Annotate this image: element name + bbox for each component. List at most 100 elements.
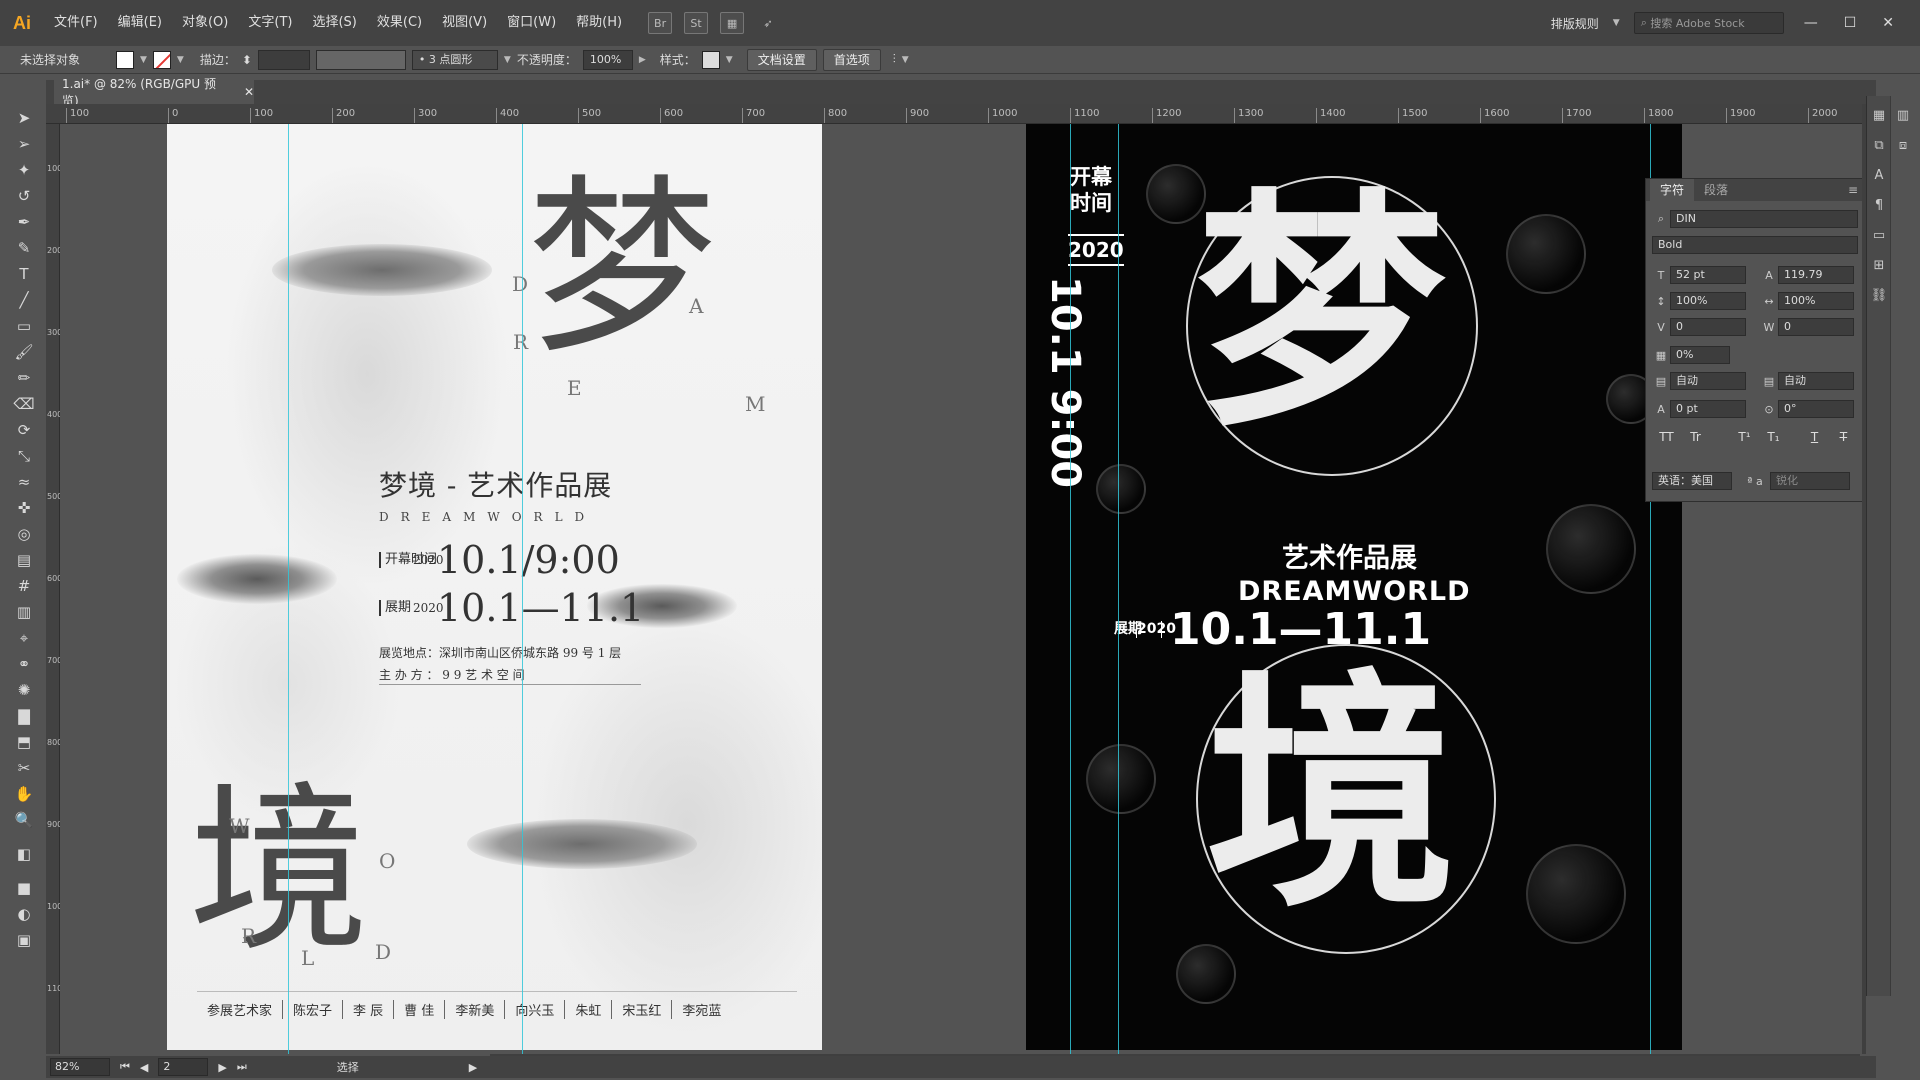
chevron-right-icon[interactable]: ▶ [469, 1061, 477, 1074]
document-setup-button[interactable]: 文档设置 [746, 48, 817, 71]
font-size-input[interactable]: 52 pt [1670, 266, 1746, 284]
maximize-icon[interactable]: ☐ [1838, 15, 1863, 31]
minimize-icon[interactable]: — [1798, 15, 1824, 31]
horizontal-scale-input[interactable]: 100% [1778, 292, 1854, 310]
vertical-scrollbar[interactable] [1862, 104, 1866, 1054]
menu-effect[interactable]: 效果(C) [367, 0, 432, 46]
vertical-scale-input[interactable]: 100% [1670, 292, 1746, 310]
aki-right-dropdown[interactable]: 自动 [1778, 372, 1854, 390]
arrange-documents-icon[interactable]: ▦ [720, 12, 745, 34]
properties-icon[interactable]: ▦ [1868, 104, 1890, 126]
venue-text[interactable]: 展览地点：深圳市南山区侨城东路 99 号 1 层 [379, 644, 621, 661]
gpu-icon[interactable]: ➶ [756, 12, 780, 34]
stepper-icon[interactable]: ⬍ [242, 53, 252, 67]
exhibit-date-row[interactable]: 展期 2020 10.1—11.1 [1114, 604, 1431, 655]
guide-line[interactable] [1118, 124, 1119, 1054]
arrange-icon[interactable]: ⫶ [893, 52, 896, 67]
subscript-button[interactable]: T₁ [1759, 430, 1788, 444]
world-char-glitch[interactable]: 境 [1206, 640, 1456, 950]
menu-view[interactable]: 视图(V) [432, 0, 497, 46]
bridge-icon[interactable]: Br [648, 12, 673, 34]
brush-definition-dropdown[interactable]: • 3 点圆形 [411, 49, 498, 70]
menu-help[interactable]: 帮助(H) [566, 0, 632, 46]
blend-tool-icon[interactable]: ⚭ [8, 652, 40, 676]
opening-label[interactable]: 开幕时间 [1070, 164, 1120, 216]
antialias-dropdown[interactable]: 锐化 [1770, 472, 1850, 490]
transparency-icon[interactable]: ▭ [1868, 224, 1890, 246]
magic-wand-icon[interactable]: ✦ [8, 158, 40, 182]
column-graph-icon[interactable]: ▇ [8, 704, 40, 728]
artboards-icon[interactable]: ⧈ [1892, 134, 1914, 156]
fill-swatch[interactable] [116, 50, 134, 69]
first-artboard-icon[interactable]: ⏮ [120, 1060, 130, 1074]
artboard-number-dropdown[interactable]: 2 [158, 1058, 209, 1076]
paragraph-icon[interactable]: ¶ [1868, 194, 1890, 216]
last-artboard-icon[interactable]: ⏭ [237, 1060, 247, 1074]
swatches-icon[interactable]: ▥ [1892, 104, 1914, 126]
eyedropper-tool-icon[interactable]: ⌖ [8, 626, 40, 650]
artboard-tool-icon[interactable]: ⬒ [8, 730, 40, 754]
chevron-down-icon[interactable]: ▼ [177, 55, 184, 65]
stroke-swatch[interactable] [152, 50, 171, 69]
menu-window[interactable]: 窗口(W) [497, 0, 566, 46]
aki-left-dropdown[interactable]: 自动 [1670, 372, 1746, 390]
pencil-tool-icon[interactable]: ✏ [8, 366, 40, 390]
draw-mode-icon[interactable]: ◐ [8, 902, 40, 926]
world-char-large[interactable]: 境 [189, 724, 369, 985]
language-dropdown[interactable]: 英语：美国 [1652, 472, 1732, 490]
poster-subtitle[interactable]: DREAMWORLD [379, 510, 596, 524]
hand-tool-icon[interactable]: ✋ [8, 782, 40, 806]
close-icon[interactable]: ✕ [1876, 15, 1900, 31]
selection-tool-icon[interactable]: ➤ [8, 106, 40, 130]
artboard-light-poster[interactable]: 梦 D R E A M 境 W O R L D 梦境 - 艺术作品展 DREAM… [167, 124, 822, 1050]
chevron-down-icon[interactable]: ▼ [902, 55, 909, 65]
menu-edit[interactable]: 编辑(E) [108, 0, 172, 46]
superscript-button[interactable]: T¹ [1730, 430, 1759, 444]
menu-select[interactable]: 选择(S) [302, 0, 366, 46]
zoom-tool-icon[interactable]: 🔍 [8, 808, 40, 832]
guide-line[interactable] [522, 124, 523, 1054]
strikethrough-button[interactable]: T̶ [1829, 430, 1858, 444]
organizer-text[interactable]: 主 办 方 ： 9 9 艺 术 空 间 [379, 666, 525, 683]
tab-paragraph[interactable]: 段落 [1694, 179, 1738, 201]
mesh-tool-icon[interactable]: # [8, 574, 40, 598]
small-caps-button[interactable]: Tr [1681, 430, 1710, 444]
rotation-input[interactable]: 0° [1778, 400, 1854, 418]
exhibition-title[interactable]: 艺术作品展 [1282, 536, 1417, 575]
artists-list[interactable]: 参展艺术家 陈宏子 李 辰 曹 佳 李新美 向兴玉 朱虹 宋玉红 李宛蓝 [197, 991, 797, 1019]
guide-line[interactable] [288, 124, 289, 1054]
menu-file[interactable]: 文件(F) [44, 0, 108, 46]
layers-icon[interactable]: ⧉ [1868, 134, 1890, 156]
close-icon[interactable]: ✕ [244, 85, 254, 99]
kerning-input[interactable]: 0 [1670, 318, 1746, 336]
dreamworld-text[interactable]: DREAMWORLD [1238, 576, 1471, 607]
guide-line[interactable] [1070, 124, 1071, 1054]
exhibit-date-row[interactable]: 展期 2020 10.1—11.1 [379, 586, 644, 630]
dream-char-large[interactable]: 梦 [527, 124, 717, 389]
variable-width-profile[interactable] [315, 49, 406, 70]
color-mode-icon[interactable]: ■ [8, 876, 40, 900]
warp-tool-icon[interactable]: ≈ [8, 470, 40, 494]
eraser-tool-icon[interactable]: ⌫ [8, 392, 40, 416]
pen-tool-icon[interactable]: ✒ [8, 210, 40, 234]
opacity-input[interactable]: 100% [582, 49, 633, 70]
direct-selection-tool-icon[interactable]: ➢ [8, 132, 40, 156]
screen-mode-icon[interactable]: ▣ [8, 928, 40, 952]
line-tool-icon[interactable]: ╱ [8, 288, 40, 312]
poster-title[interactable]: 梦境 - 艺术作品展 [379, 464, 612, 504]
tracking-input[interactable]: 0 [1778, 318, 1854, 336]
perspective-grid-icon[interactable]: ▤ [8, 548, 40, 572]
stock-icon[interactable]: St [684, 12, 709, 34]
links-icon[interactable]: ⛓ [1868, 284, 1890, 306]
artboard-dark-poster[interactable]: 梦 境 开幕时间 2020 10.1 9:00 艺术作品展 DREAMWORLD… [1026, 124, 1682, 1050]
rectangle-tool-icon[interactable]: ▭ [8, 314, 40, 338]
dream-char-glitch[interactable]: 梦 [1196, 164, 1446, 464]
shape-builder-icon[interactable]: ◎ [8, 522, 40, 546]
chevron-right-icon[interactable]: ▶ [639, 55, 646, 65]
gradient-tool-icon[interactable]: ▥ [8, 600, 40, 624]
stroke-weight-dropdown[interactable] [257, 49, 310, 70]
chevron-down-icon[interactable]: ▼ [1613, 18, 1620, 28]
curvature-tool-icon[interactable]: ✎ [8, 236, 40, 260]
symbol-sprayer-icon[interactable]: ✺ [8, 678, 40, 702]
font-style-dropdown[interactable]: Bold [1652, 236, 1858, 254]
